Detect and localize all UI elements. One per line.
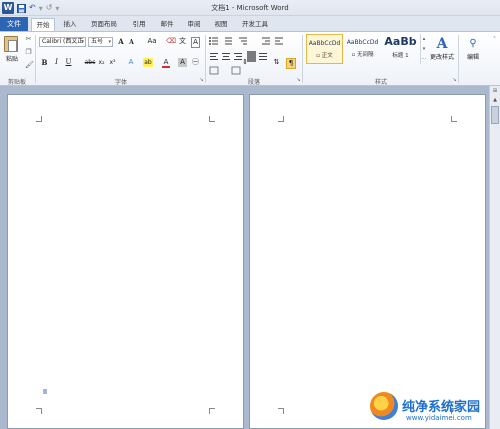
- margin-corner-mark: [36, 408, 42, 414]
- change-styles-button[interactable]: A 更改样式: [429, 36, 455, 61]
- tab-developer[interactable]: 开发工具: [238, 18, 272, 31]
- line-spacing-icon[interactable]: ⇕: [239, 58, 251, 67]
- style-name: ▫ 正文: [316, 53, 333, 59]
- tab-review[interactable]: 审阅: [183, 18, 205, 31]
- watermark-url: www.yidaimei.com: [406, 414, 472, 422]
- page[interactable]: [7, 94, 244, 429]
- tab-insert[interactable]: 插入: [58, 18, 82, 31]
- ruler-toggle-icon[interactable]: ⊞: [491, 87, 499, 95]
- style-gallery: AaBbCcDd ▫ 正文 AaBbCcDd ▫ 无间隔 AaBb 标题 1: [305, 34, 419, 66]
- group-divider: [205, 35, 206, 83]
- show-paragraph-marks-icon[interactable]: ¶: [286, 58, 296, 69]
- styles-dialog-launcher-icon[interactable]: ↘: [451, 77, 458, 84]
- window-title: 文档1 - Microsoft Word: [211, 4, 289, 12]
- change-styles-label: 更改样式: [429, 54, 454, 61]
- subscript-button[interactable]: x₂: [97, 58, 106, 67]
- font-name-combo[interactable]: Calibri (西文正 ▾: [39, 37, 86, 47]
- phonetic-guide-button[interactable]: 文: [178, 37, 187, 46]
- tab-file[interactable]: 文件: [0, 17, 28, 31]
- title-bar: W ↶ ▾ ↺ ▾ 文档1 - Microsoft Word: [0, 0, 500, 16]
- underline-button[interactable]: U: [65, 58, 72, 67]
- character-shading-button[interactable]: A: [178, 58, 187, 67]
- ribbon-tabs: 文件 开始 插入 页面布局 引用 邮件 审阅 视图 开发工具: [0, 16, 500, 31]
- paragraph-tools[interactable]: [208, 36, 303, 76]
- paste-button-label[interactable]: 粘贴: [2, 54, 22, 63]
- italic-button[interactable]: I: [53, 58, 60, 67]
- change-styles-icon: A: [436, 36, 448, 52]
- margin-corner-mark: [209, 408, 215, 414]
- group-label-clipboard: 剪贴板: [7, 79, 26, 86]
- highlight-button[interactable]: ab: [143, 58, 153, 67]
- scroll-up-icon[interactable]: ▲: [491, 96, 499, 104]
- font-size-value: 五号: [91, 38, 104, 45]
- margin-corner-mark: [451, 116, 457, 122]
- tab-page-layout[interactable]: 页面布局: [87, 18, 121, 31]
- paragraph-dialog-launcher-icon[interactable]: ↘: [295, 77, 302, 84]
- text-cursor-marker: [43, 389, 47, 394]
- group-label-styles: 样式: [374, 79, 387, 86]
- style-heading-1[interactable]: AaBb 标题 1: [382, 34, 419, 64]
- chevron-down-icon: ▾: [81, 39, 84, 45]
- enclose-characters-button[interactable]: ㊀: [191, 58, 200, 67]
- font-color-button[interactable]: A: [162, 58, 170, 68]
- style-name: ▫ 无间隔: [351, 52, 374, 58]
- shrink-font-button[interactable]: A: [128, 38, 135, 47]
- style-no-spacing[interactable]: AaBbCcDd ▫ 无间隔: [344, 34, 381, 64]
- tab-home[interactable]: 开始: [31, 18, 55, 31]
- font-name-value: Calibri (西文正: [42, 38, 84, 45]
- editing-label: 编辑: [466, 54, 479, 61]
- margin-corner-mark: [278, 408, 284, 414]
- tab-view[interactable]: 视图: [210, 18, 232, 31]
- style-normal[interactable]: AaBbCcDd ▫ 正文: [306, 34, 343, 64]
- watermark-title: 纯净系统家园: [402, 400, 481, 415]
- watermark: 纯净系统家园 www.yidaimei.com: [362, 384, 500, 429]
- cut-icon[interactable]: ✂: [25, 36, 32, 43]
- font-dialog-launcher-icon[interactable]: ↘: [198, 77, 205, 84]
- group-label-font: 字体: [114, 79, 127, 86]
- group-divider: [35, 35, 36, 83]
- scroll-thumb[interactable]: [491, 106, 499, 124]
- editing-button[interactable]: ⚲ 编辑: [461, 36, 485, 61]
- style-sample: AaBbCcDd: [346, 39, 379, 46]
- tab-mailings[interactable]: 邮件: [156, 18, 178, 31]
- group-divider: [458, 35, 459, 83]
- group-label-paragraph: 段落: [247, 79, 260, 86]
- change-case-button[interactable]: Aa: [146, 37, 158, 46]
- style-name: 标题 1: [392, 53, 409, 59]
- vertical-scrollbar[interactable]: ⊞ ▲: [489, 86, 500, 429]
- clear-format-icon[interactable]: ⌫: [166, 37, 176, 46]
- font-size-combo[interactable]: 五号 ▾: [88, 37, 113, 47]
- watermark-logo-icon: [370, 392, 398, 420]
- group-divider: [302, 35, 303, 83]
- paste-icon[interactable]: [4, 36, 18, 52]
- margin-corner-mark: [278, 116, 284, 122]
- binoculars-icon: ⚲: [469, 38, 477, 49]
- style-sample: AaBb: [384, 35, 417, 48]
- margin-corner-mark: [209, 116, 215, 122]
- style-sample: AaBbCcDd: [308, 40, 341, 47]
- sort-icon[interactable]: ⇅: [272, 58, 281, 67]
- superscript-button[interactable]: x²: [108, 58, 117, 67]
- page[interactable]: [249, 94, 486, 429]
- format-painter-icon[interactable]: 🖌: [25, 62, 34, 69]
- character-border-button[interactable]: A: [191, 37, 200, 48]
- document-area: [0, 86, 489, 429]
- style-gallery-scroller[interactable]: ▴ ▾ ⋯: [420, 34, 427, 64]
- chevron-down-icon: ▾: [108, 39, 111, 45]
- text-effects-button[interactable]: A: [127, 58, 135, 67]
- bold-button[interactable]: B: [41, 58, 48, 67]
- margin-corner-mark: [36, 116, 42, 122]
- strikethrough-button[interactable]: abc: [84, 58, 96, 67]
- grow-font-button[interactable]: A: [117, 37, 125, 46]
- copy-icon[interactable]: ❐: [25, 49, 32, 56]
- minimize-ribbon-icon[interactable]: ⌃: [491, 36, 498, 43]
- tab-references[interactable]: 引用: [128, 18, 150, 31]
